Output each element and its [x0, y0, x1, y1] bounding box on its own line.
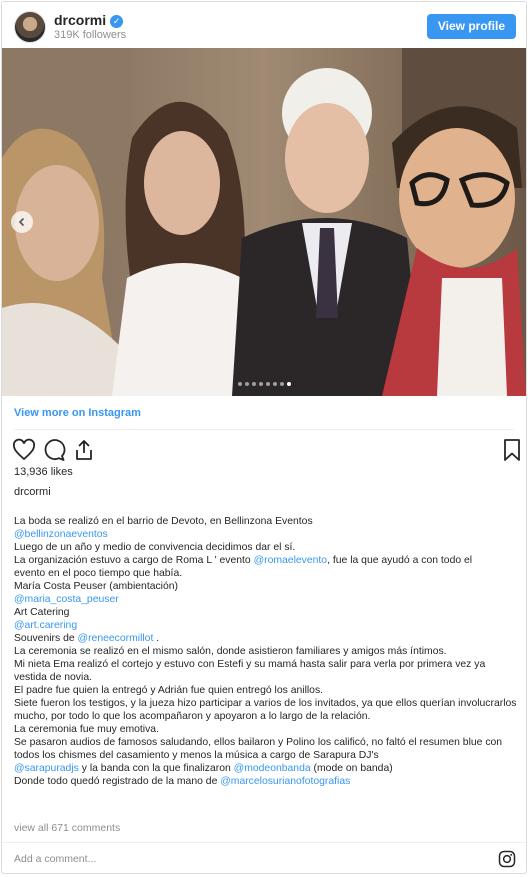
- carousel-dot: [258, 382, 263, 386]
- caption-text: La organización estuvo a cargo de Roma L…: [14, 555, 254, 566]
- caption-line: El padre fue quien la entregó y Adrián f…: [14, 685, 324, 696]
- caption-text: Souvenirs de: [14, 633, 78, 644]
- mention-link[interactable]: @romaelevento: [254, 555, 328, 566]
- caption-line: Art Catering: [14, 607, 70, 618]
- username[interactable]: drcormi: [54, 12, 106, 28]
- divider: [14, 429, 514, 430]
- mention-link[interactable]: @sarapuradjs: [14, 763, 79, 774]
- share-icon[interactable]: [72, 438, 96, 462]
- caption-line: La ceremonia se realizó en el mismo saló…: [14, 646, 447, 657]
- previous-slide-button[interactable]: [11, 211, 33, 233]
- post-caption: La boda se realizó en el barrio de Devot…: [14, 515, 519, 788]
- mention-link[interactable]: @maria_costa_peuser: [14, 594, 119, 605]
- add-comment-input[interactable]: Add a comment...: [14, 853, 96, 865]
- carousel-dot: [286, 382, 291, 386]
- caption-text: Donde todo quedó registrado de la mano d…: [14, 776, 221, 787]
- mention-link[interactable]: @modeonbanda: [234, 763, 311, 774]
- mention-link[interactable]: @art.carering: [14, 620, 77, 631]
- carousel-dot: [237, 382, 242, 386]
- carousel-indicators: [2, 382, 526, 386]
- carousel-dot: [279, 382, 284, 386]
- view-more-on-instagram-link[interactable]: View more on Instagram: [14, 407, 141, 419]
- view-all-comments-link[interactable]: view all 671 comments: [14, 822, 120, 834]
- verified-badge-icon: ✓: [110, 15, 124, 28]
- action-bar: [12, 438, 520, 462]
- caption-text: , fue la que ayudó a con todo el: [327, 555, 473, 566]
- instagram-logo-icon[interactable]: [498, 850, 516, 868]
- comment-bar: Add a comment...: [2, 842, 526, 876]
- caption-text: (mode on banda): [310, 763, 393, 774]
- caption-line: Siete fueron los testigos, y la jueza hi…: [14, 698, 517, 722]
- caption-text: y la banda con la que finalizaron: [78, 763, 234, 774]
- caption-text: .: [153, 633, 160, 644]
- post-photo[interactable]: [2, 48, 526, 396]
- caption-line: Luego de un año y medio de convivencia d…: [14, 542, 296, 553]
- heart-icon[interactable]: [12, 438, 36, 462]
- caption-line: La boda se realizó en el barrio de Devot…: [14, 516, 313, 527]
- carousel-dot: [272, 382, 277, 386]
- carousel-dot: [251, 382, 256, 386]
- follower-count: 319K followers: [54, 29, 127, 41]
- chevron-left-icon: [18, 217, 25, 227]
- mention-link[interactable]: @marcelosurianofotografias: [220, 776, 350, 787]
- post-header: drcormi ✓ 319K followers View profile: [2, 2, 526, 48]
- view-profile-button[interactable]: View profile: [426, 14, 516, 39]
- caption-owner[interactable]: drcormi: [14, 486, 51, 498]
- caption-line: Se pasaron audios de famosos saludando, …: [14, 737, 503, 761]
- carousel-dot: [244, 382, 249, 386]
- comment-icon[interactable]: [42, 438, 66, 462]
- instagram-embed: drcormi ✓ 319K followers View profile Vi…: [1, 1, 527, 874]
- like-count[interactable]: 13,936 likes: [14, 466, 73, 478]
- bookmark-icon[interactable]: [500, 438, 524, 462]
- caption-line: La ceremonia fue muy emotiva.: [14, 724, 159, 735]
- caption-line: María Costa Peuser (ambientación): [14, 581, 179, 592]
- username-row[interactable]: drcormi ✓: [54, 12, 124, 28]
- caption-line: Mi nieta Ema realizó el cortejo y estuvo…: [14, 659, 486, 683]
- caption-line: evento en el poco tiempo que había.: [14, 568, 183, 579]
- mention-link[interactable]: @reneecormillot: [78, 633, 154, 644]
- avatar[interactable]: [14, 11, 46, 43]
- post-image: [2, 48, 526, 396]
- carousel-dot: [265, 382, 270, 386]
- mention-link[interactable]: @bellinzonaeventos: [14, 529, 108, 540]
